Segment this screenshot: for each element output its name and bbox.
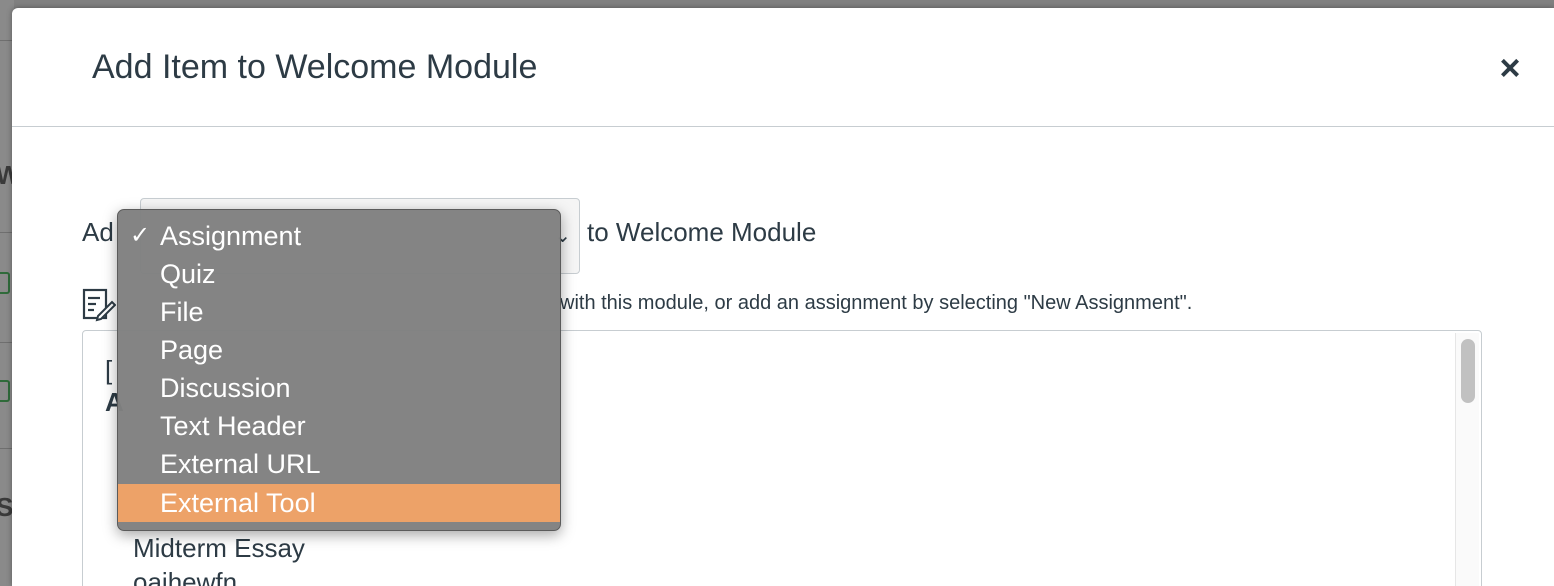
menu-item-file[interactable]: File — [118, 293, 560, 331]
background-assignment-icon — [0, 272, 10, 294]
item-type-dropdown-menu: ✓ Assignment Quiz File Page Discussion T… — [117, 209, 561, 531]
menu-item-discussion[interactable]: Discussion — [118, 369, 560, 407]
menu-item-label: Page — [160, 335, 224, 365]
module-name-label: to Welcome Module — [587, 217, 817, 247]
background-divider — [0, 448, 12, 449]
background-divider — [0, 40, 12, 41]
add-label: Ad — [82, 217, 114, 247]
menu-item-label: Discussion — [160, 373, 291, 403]
menu-item-text-header[interactable]: Text Header — [118, 407, 560, 445]
list-option-new[interactable]: [ — [105, 355, 112, 386]
background-divider — [0, 342, 12, 343]
assignment-edit-icon — [82, 288, 116, 322]
modal-header: Add Item to Welcome Module × — [12, 8, 1554, 127]
instruction-text: with this module, or add an assignment b… — [560, 292, 1193, 314]
list-scrollbar[interactable] — [1455, 333, 1479, 586]
menu-item-external-tool[interactable]: External Tool — [118, 484, 560, 522]
menu-item-external-url[interactable]: External URL — [118, 445, 560, 483]
menu-item-label: External URL — [160, 449, 321, 479]
menu-item-label: Assignment — [160, 221, 302, 251]
menu-item-page[interactable]: Page — [118, 331, 560, 369]
scrollbar-thumb[interactable] — [1461, 339, 1475, 403]
modal-title: Add Item to Welcome Module — [92, 48, 538, 86]
background-divider — [0, 232, 12, 233]
list-item[interactable]: oaihewfn — [133, 567, 237, 586]
menu-item-label: External Tool — [160, 488, 316, 518]
menu-item-quiz[interactable]: Quiz — [118, 255, 560, 293]
menu-item-label: Text Header — [160, 411, 306, 441]
menu-item-label: File — [160, 297, 204, 327]
close-button[interactable]: × — [1492, 50, 1528, 86]
checkmark-icon: ✓ — [130, 222, 151, 249]
list-item[interactable]: Midterm Essay — [133, 533, 305, 564]
background-assignment-icon — [0, 380, 10, 402]
menu-item-label: Quiz — [160, 259, 216, 289]
menu-item-assignment[interactable]: ✓ Assignment — [118, 217, 560, 255]
